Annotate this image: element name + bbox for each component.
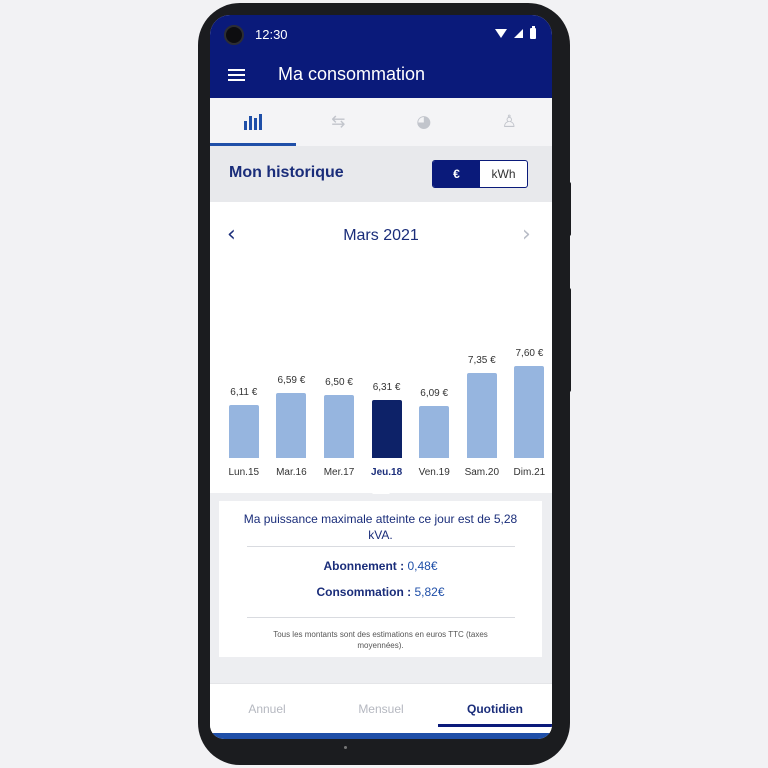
month-label: Mars 2021 [343,227,419,244]
chevron-right-icon[interactable]: › [522,222,531,247]
chart-bar[interactable] [228,405,259,458]
tab-quotidien[interactable]: Quotidien [438,684,552,733]
chart-bar[interactable] [466,372,497,458]
consommation-label: Consommation : [316,585,412,599]
view-tabs: ⇆ ◕ ♙ [210,98,552,146]
wifi-icon [495,29,507,38]
page-title: Ma consommation [278,64,426,84]
unit-toggle: € kWh [432,160,528,188]
bar-value-label: 6,50 € [325,376,353,388]
app-screen: 12:30 Ma consommation ⇆ ◕ ♙ Mon historiq… [210,15,552,739]
signal-icon [514,29,523,38]
consommation-value: 5,82€ [414,585,445,599]
tab-profile[interactable]: ♙ [467,98,553,146]
bar-day-label: Jeu.18 [371,467,403,478]
pie-chart-icon: ◕ [416,112,432,132]
status-time: 12:30 [255,27,288,42]
status-icons [495,26,536,39]
bar-day-label: Dim.21 [513,467,546,478]
day-detail-panel: Ma puissance maximale atteinte ce jour e… [210,493,552,683]
period-tabs: Annuel Mensuel Quotidien [210,683,552,733]
divider [247,617,515,618]
app-bar: Ma consommation [210,55,552,98]
day-detail-card: Ma puissance maximale atteinte ce jour e… [219,501,542,657]
home-indicator [344,746,347,749]
abonnement-label: Abonnement : [323,559,405,573]
bar-day-label: Lun.15 [228,467,260,478]
daily-cost-chart: 6,11 € Lun.15 6,59 € Mar.16 6,50 € Mer.17 6,31… [210,265,552,490]
tab-compare[interactable]: ⇆ [296,98,382,146]
divider [247,546,515,547]
chart-bar[interactable] [324,394,354,458]
estimate-note: Tous les montants sont des estimations e… [273,630,488,650]
chart-bar[interactable] [276,392,307,458]
abonnement-value: 0,48€ [407,559,438,573]
tab-mensuel[interactable]: Mensuel [324,684,438,733]
bar-day-label: Ven.19 [418,467,450,478]
bar-day-label: Mer.17 [323,467,355,478]
bar-value-label: 7,35 € [467,354,496,366]
history-header: Mon historique € kWh [210,146,552,202]
tab-history[interactable] [210,98,296,146]
chart-bar[interactable] [514,366,545,458]
chevron-left-icon[interactable]: ‹ [227,222,236,247]
bar-chart-icon [243,114,262,130]
bar-value-label: 6,09 € [420,387,449,399]
max-power-text: Ma puissance maximale atteinte ce jour e… [243,512,518,542]
bar-value-label: 6,31 € [372,381,401,393]
chart-bar[interactable] [419,405,450,458]
battery-icon [530,26,536,39]
chart-bar[interactable] [371,399,402,458]
tab-annuel[interactable]: Annuel [210,684,324,733]
consommation-line: Consommation : 5,82€ [219,585,542,599]
compare-arrows-icon: ⇆ [331,112,346,132]
person-icon: ♙ [501,112,517,132]
unit-euro-button[interactable]: € [433,161,480,187]
bar-day-label: Mar.16 [276,467,307,478]
hamburger-menu-icon[interactable] [226,65,248,85]
bottom-accent-strip [210,733,552,739]
unit-kwh-button[interactable]: kWh [480,161,527,187]
abonnement-line: Abonnement : 0,48€ [219,559,542,573]
bar-value-label: 7,60 € [515,348,544,359]
tab-breakdown[interactable]: ◕ [381,98,467,146]
bar-day-label: Sam.20 [464,467,500,478]
history-title: Mon historique [229,164,344,181]
month-navigator: Mars 2021 ‹ › [210,220,552,250]
bar-value-label: 6,11 € [230,387,258,399]
status-bar: 12:30 [210,15,552,55]
bar-value-label: 6,59 € [277,374,306,386]
selection-pointer [372,485,390,494]
camera-cutout [224,25,244,45]
